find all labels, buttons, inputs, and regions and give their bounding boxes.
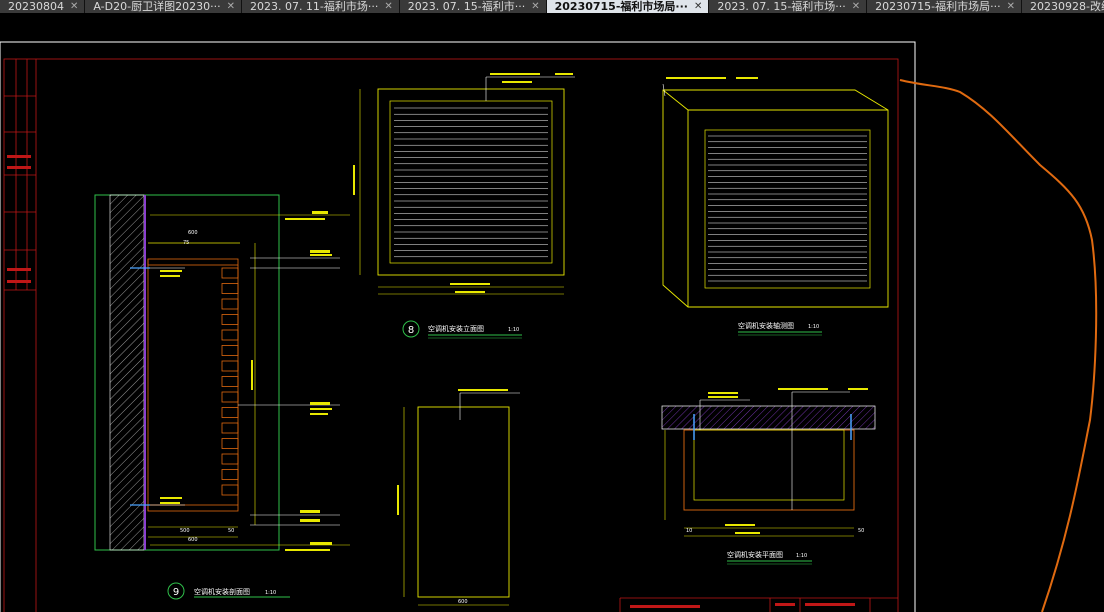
detail-9-label: 9 空调机安装剖面图 1:10 (167, 582, 290, 600)
louver-slat (221, 391, 239, 403)
louver-lines-8 (394, 107, 548, 258)
louver-slat (221, 345, 239, 356)
detail-8-scale: 1:10 (508, 327, 519, 333)
plan-scale: 1:10 (796, 553, 807, 559)
louver-slat (221, 267, 239, 279)
tab-label: 20230715-福利市场局··· (875, 0, 1001, 13)
detail-9-scale: 1:10 (265, 590, 276, 596)
side-elevation (403, 392, 520, 606)
louver-lines-axon (708, 135, 867, 282)
detail-8-number: 8 (408, 325, 414, 336)
close-icon[interactable]: ✕ (384, 0, 392, 13)
louver-slat (221, 360, 239, 372)
side-dim-600: 600 (458, 599, 468, 605)
markup-stroke (899, 79, 1098, 612)
louver-slat (221, 283, 239, 294)
plan-label: 空调机安装平面图 1:10 (727, 550, 812, 565)
axon-title: 空调机安装轴测图 (738, 321, 794, 330)
louver-slat (221, 407, 239, 418)
tab-2[interactable]: 2023. 07. 11-福利市场··· ✕ (241, 0, 400, 13)
tab-label: 20230928-改编图··· (1030, 0, 1104, 13)
close-icon[interactable]: ✕ (531, 0, 539, 13)
detail-9-title: 空调机安装剖面图 (194, 587, 250, 596)
louver-slat (221, 314, 239, 325)
louver-slat (221, 298, 239, 310)
tab-1[interactable]: A-D20-厨卫详图20230··· ✕ (85, 0, 242, 13)
dim-600b: 600 (188, 537, 198, 543)
plan-view (661, 391, 876, 537)
bottom-dims: 600 (458, 599, 468, 605)
louver-slat (221, 453, 239, 465)
axon-notes (666, 77, 758, 79)
plan-dim-10: 10 (686, 528, 692, 534)
plan-dim-50: 50 (858, 528, 864, 534)
side-notes (397, 389, 508, 515)
tab-5[interactable]: 2023. 07. 15-福利市场··· ✕ (709, 0, 868, 13)
elevation-detail-8 (359, 76, 575, 295)
tab-label: A-D20-厨卫详图20230··· (93, 0, 221, 13)
axon-label: 空调机安装轴测图 1:10 (738, 321, 822, 336)
louver-slat (221, 329, 239, 341)
detail-8-label: 8 空调机安装立面图 1:10 (402, 320, 522, 339)
dim-50: 50 (228, 528, 234, 534)
section-note-marks (160, 211, 332, 551)
louver-slat (221, 484, 239, 496)
louver-slat (221, 438, 239, 449)
elev-notes (353, 73, 573, 293)
plan-title: 空调机安装平面图 (727, 550, 783, 559)
close-icon[interactable]: ✕ (852, 0, 860, 13)
louver-slat (221, 469, 239, 480)
axonometric-view (662, 83, 889, 308)
close-icon[interactable]: ✕ (227, 0, 235, 13)
section-detail-9 (94, 194, 350, 551)
dim-600: 600 (188, 230, 198, 236)
tab-3[interactable]: 2023. 07. 15-福利市··· ✕ (399, 0, 547, 13)
close-icon[interactable]: ✕ (70, 0, 78, 13)
document-tab-bar: 20230804 ✕ A-D20-厨卫详图20230··· ✕ 2023. 07. … (0, 0, 1104, 13)
tab-label: 20230715-福利市场局··· (554, 0, 688, 13)
tab-6[interactable]: 20230715-福利市场局··· ✕ (867, 0, 1023, 13)
plan-dims: 10 50 (686, 528, 864, 534)
dim-500: 500 (180, 528, 190, 534)
close-icon[interactable]: ✕ (694, 0, 702, 13)
louver-slat (221, 422, 239, 434)
dim-75: 75 (183, 240, 189, 246)
cad-drawing: 600 75 500 50 600 9 空调机安装剖面图 1:10 8 空调机安… (0, 41, 1098, 612)
tab-label: 20230804 (8, 0, 64, 13)
axon-scale: 1:10 (808, 324, 819, 330)
tab-7[interactable]: 20230928-改编图··· (1022, 0, 1104, 13)
detail-8-title: 空调机安装立面图 (428, 324, 484, 333)
tab-label: 2023. 07. 15-福利市场··· (717, 0, 846, 13)
louver-slats-9 (221, 267, 239, 496)
close-icon[interactable]: ✕ (1007, 0, 1015, 13)
tab-0[interactable]: 20230804 ✕ (0, 0, 86, 13)
tab-label: 2023. 07. 11-福利市场··· (249, 0, 379, 13)
detail-9-number: 9 (173, 587, 179, 598)
tab-label: 2023. 07. 15-福利市··· (407, 0, 526, 13)
louver-slat (221, 376, 239, 387)
tab-4-active[interactable]: 20230715-福利市场局··· ✕ (546, 0, 710, 13)
cad-drawing-canvas[interactable]: 600 75 500 50 600 9 空调机安装剖面图 1:10 8 空调机安… (0, 13, 1104, 612)
